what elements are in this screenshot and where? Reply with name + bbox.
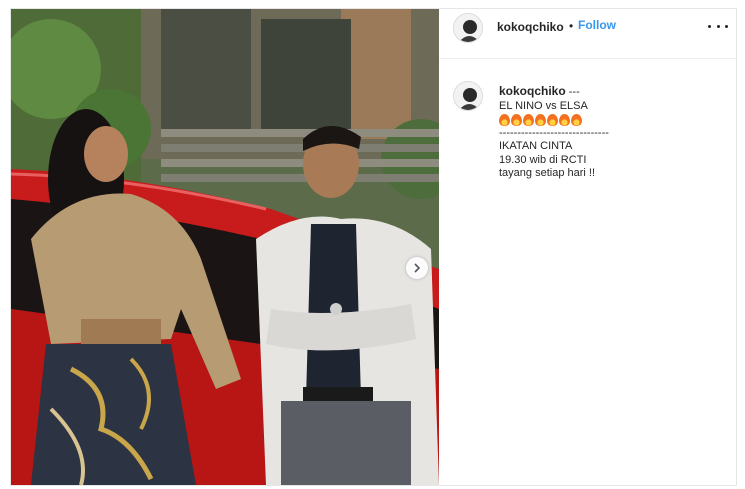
fire-icon: [523, 113, 534, 126]
caption-divider: ------------------------------: [499, 126, 609, 139]
fire-icon: [559, 113, 570, 126]
fire-icon: [511, 113, 522, 126]
fire-icon: [571, 113, 582, 126]
follow-button[interactable]: Follow: [578, 18, 616, 32]
separator-dot: •: [569, 19, 574, 33]
ellipsis-icon[interactable]: [708, 19, 728, 33]
instagram-post: kokoqchiko • Follow kokoqchiko --- EL NI…: [10, 8, 737, 486]
chevron-right-icon: [414, 263, 421, 273]
photo-scene: [11, 9, 439, 485]
avatar-image: [454, 14, 482, 42]
avatar[interactable]: [453, 13, 483, 43]
caption-trailing: ---: [565, 86, 580, 98]
avatar-image: [454, 82, 482, 110]
carousel-next-button[interactable]: [406, 257, 428, 279]
caption-username[interactable]: kokoqchiko: [499, 84, 566, 98]
fire-emoji-row: [499, 113, 729, 127]
caption-first-line: kokoqchiko ---: [499, 84, 729, 100]
header-username[interactable]: kokoqchiko: [497, 20, 564, 34]
caption-title: EL NINO vs ELSA: [499, 99, 588, 112]
caption-time: 19.30 wib di RCTI: [499, 153, 587, 166]
caption-avatar[interactable]: [453, 81, 483, 111]
post-header: kokoqchiko • Follow: [439, 9, 736, 59]
post-caption: kokoqchiko --- EL NINO vs ELSA ---------…: [499, 84, 729, 181]
fire-icon: [499, 113, 510, 126]
post-sidebar: kokoqchiko • Follow kokoqchiko --- EL NI…: [439, 9, 736, 485]
caption-schedule: tayang setiap hari !!: [499, 167, 596, 179]
caption-show: IKATAN CINTA: [499, 140, 573, 152]
post-photo[interactable]: [11, 9, 439, 485]
fire-icon: [547, 113, 558, 126]
fire-icon: [535, 113, 546, 126]
